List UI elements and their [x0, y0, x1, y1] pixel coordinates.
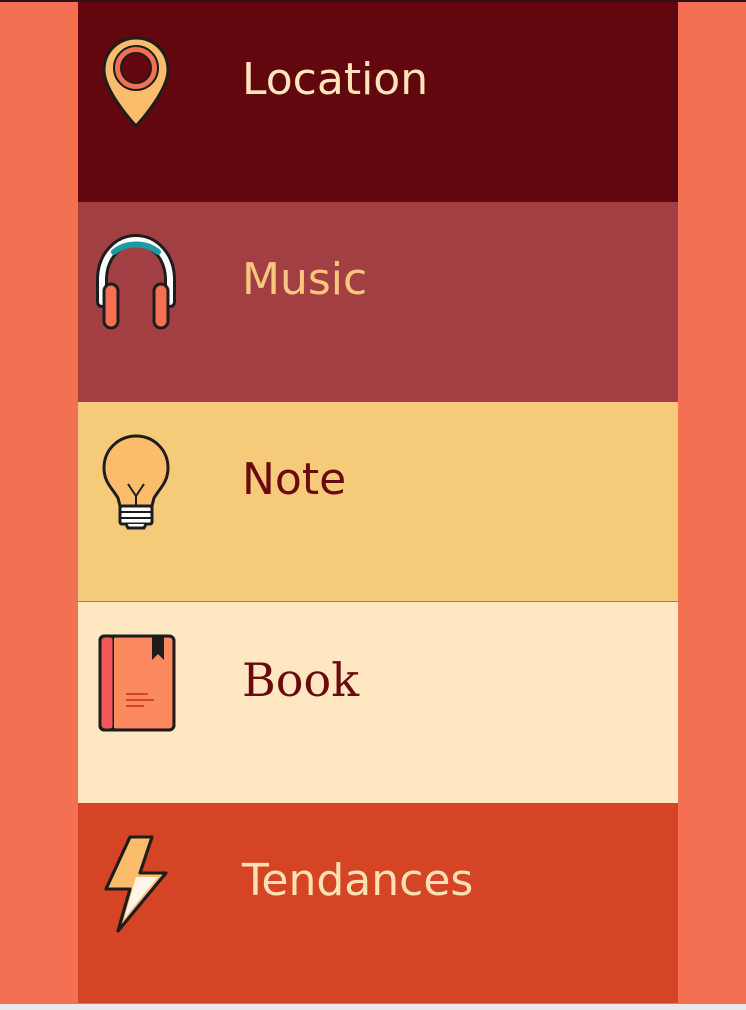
book-icon	[92, 630, 180, 734]
menu-item-location[interactable]: Location	[78, 2, 678, 202]
menu-item-label: Tendances	[242, 855, 474, 906]
location-pin-icon	[92, 30, 180, 134]
menu-item-note[interactable]: Note	[78, 402, 678, 602]
menu-item-label: Location	[242, 54, 429, 105]
menu-item-label: Music	[242, 254, 368, 305]
lightbulb-icon	[92, 430, 180, 534]
menu-item-music[interactable]: Music	[78, 202, 678, 402]
lightning-bolt-icon	[92, 831, 180, 935]
category-menu: Location Music Note Book Tendances	[78, 2, 678, 1004]
menu-item-book[interactable]: Book	[78, 602, 678, 803]
app-page: Location Music Note Book Tendances	[0, 0, 746, 1004]
menu-item-label: Book	[242, 653, 360, 707]
menu-item-label: Note	[242, 454, 347, 505]
headphones-icon	[92, 230, 180, 334]
menu-item-tendances[interactable]: Tendances	[78, 803, 678, 1003]
